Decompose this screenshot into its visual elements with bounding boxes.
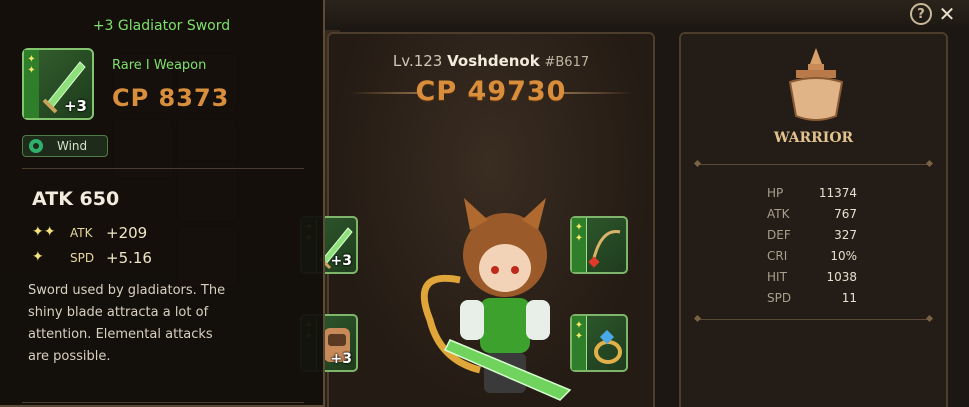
sub-stat-value: +209 bbox=[106, 224, 148, 242]
help-button[interactable]: ? bbox=[910, 3, 932, 25]
character-name: Voshdenok bbox=[447, 52, 540, 70]
stat-row-def: DEF 327 bbox=[767, 228, 887, 246]
item-rarity: Rare I Weapon bbox=[112, 58, 207, 73]
divider bbox=[22, 168, 304, 169]
divider bbox=[697, 319, 930, 320]
sub-stat-value: +5.16 bbox=[106, 249, 152, 267]
character-header: Lv.123 Voshdenok #B617 bbox=[329, 52, 653, 70]
stat-value: 11 bbox=[841, 291, 857, 305]
stats-panel: WARRIOR HP 11374 ATK 767 DEF 327 CRI 10%… bbox=[679, 32, 948, 407]
wind-icon bbox=[29, 139, 43, 153]
stat-label: CRI bbox=[767, 249, 788, 263]
sub-stat-stars-icon: ✦✦ bbox=[32, 224, 56, 240]
stat-label: HIT bbox=[767, 270, 787, 284]
hero-character-image bbox=[420, 198, 572, 401]
item-plus-label: +3 bbox=[63, 97, 87, 115]
item-tooltip: +3 Gladiator Sword ✦ ✦ +3 Rare I Weapon C… bbox=[0, 0, 325, 407]
divider bbox=[697, 164, 930, 165]
stat-label: ATK bbox=[767, 207, 790, 221]
stat-label: HP bbox=[767, 186, 784, 200]
character-level: Lv.123 bbox=[392, 52, 443, 70]
item-icon-frame: ✦ ✦ +3 bbox=[22, 48, 94, 120]
stat-value: 11374 bbox=[818, 186, 857, 200]
item-cp: CP 8373 bbox=[112, 84, 230, 112]
main-stat: ATK 650 bbox=[32, 188, 120, 210]
stat-value: 327 bbox=[834, 228, 857, 242]
stat-row-hit: HIT 1038 bbox=[767, 270, 887, 288]
divider bbox=[22, 402, 304, 403]
stat-value: 767 bbox=[834, 207, 857, 221]
sub-stat-label: SPD bbox=[70, 251, 95, 265]
class-name: WARRIOR bbox=[773, 130, 854, 146]
element-label: Wind bbox=[57, 139, 88, 153]
character-tag: #B617 bbox=[544, 55, 590, 70]
element-badge: Wind bbox=[22, 135, 108, 157]
stat-label: SPD bbox=[767, 291, 792, 305]
stat-value: 10% bbox=[830, 249, 857, 263]
stat-label: DEF bbox=[767, 228, 791, 242]
equip-plus-label: +3 bbox=[330, 253, 352, 269]
sub-stat-stars-icon: ✦ bbox=[32, 249, 44, 265]
item-title: +3 Gladiator Sword bbox=[92, 18, 231, 34]
stat-row-atk: ATK 767 bbox=[767, 207, 887, 225]
equip-plus-label: +3 bbox=[330, 351, 352, 367]
stat-row-spd: SPD 11 bbox=[767, 291, 887, 309]
close-button[interactable]: ✕ bbox=[936, 2, 958, 26]
stat-row-hp: HP 11374 bbox=[767, 186, 887, 204]
stat-row-cri: CRI 10% bbox=[767, 249, 887, 267]
sub-stat-label: ATK bbox=[70, 226, 93, 240]
stat-value: 1038 bbox=[826, 270, 857, 284]
top-bar bbox=[325, 0, 969, 30]
character-cp: CP 49730 bbox=[415, 76, 567, 107]
item-description: Sword used by gladiators. The shiny blad… bbox=[28, 283, 226, 364]
